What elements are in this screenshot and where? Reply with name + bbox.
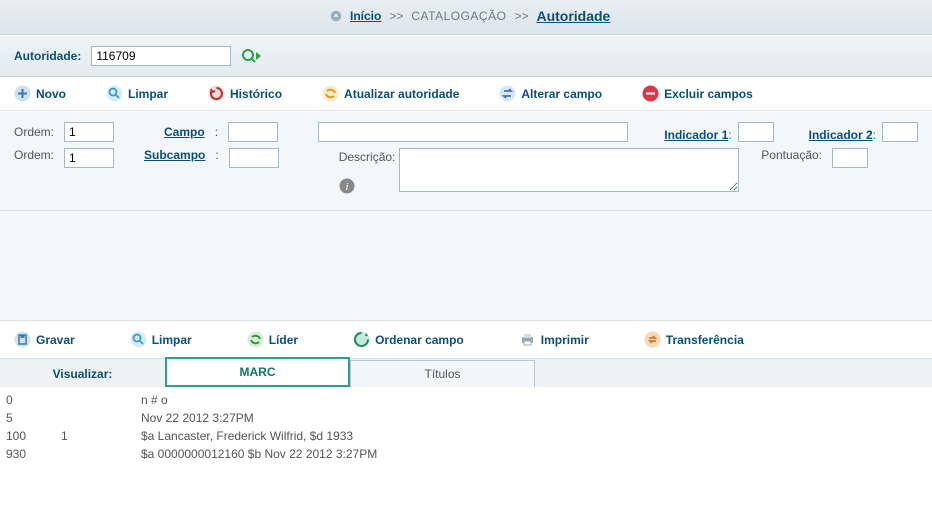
- marc-ind: [55, 445, 135, 463]
- toolbar-bottom: Gravar Limpar Líder Ordenar campo Imprim…: [0, 321, 932, 359]
- ordem2-label: Ordem:: [14, 148, 54, 162]
- marc-tag: 100: [0, 427, 55, 445]
- new-icon: [14, 85, 31, 102]
- marc-value: $a Lancaster, Frederick Wilfrid, $d 1933: [135, 427, 932, 445]
- alterar-label: Alterar campo: [521, 87, 602, 101]
- subcampo-colon: :: [215, 148, 218, 162]
- ordenar-label: Ordenar campo: [375, 333, 464, 347]
- novo-label: Novo: [36, 87, 66, 101]
- ordem2-input[interactable]: [64, 148, 114, 168]
- indicador2-link[interactable]: Indicador 2: [809, 128, 873, 142]
- limpar-label: Limpar: [128, 87, 168, 101]
- gravar-label: Gravar: [36, 333, 75, 347]
- marc-table: 0n # o5Nov 22 2012 3:27PM1001$a Lancaste…: [0, 391, 932, 463]
- historico-button[interactable]: Histórico: [208, 85, 282, 102]
- transferencia-label: Transferência: [666, 333, 744, 347]
- refresh-icon: [322, 85, 339, 102]
- subcampo-link[interactable]: Subcampo: [144, 148, 205, 162]
- marc-tag: 930: [0, 445, 55, 463]
- field-form: Ordem: Campo: Indicador 1: Indicador 2: …: [0, 111, 932, 211]
- indicador2-input[interactable]: [882, 122, 918, 142]
- tab-marc[interactable]: MARC: [165, 357, 350, 387]
- descricao-textarea[interactable]: [399, 148, 739, 192]
- atualizar-label: Atualizar autoridade: [344, 87, 459, 101]
- limpar2-label: Limpar: [152, 333, 192, 347]
- alterar-button[interactable]: Alterar campo: [499, 85, 602, 102]
- visualizar-label: Visualizar:: [0, 367, 165, 387]
- limpar-button[interactable]: Limpar: [106, 85, 168, 102]
- indicador1-link[interactable]: Indicador 1: [664, 128, 728, 142]
- tab-titulos[interactable]: Títulos: [350, 360, 535, 387]
- novo-button[interactable]: Novo: [14, 85, 66, 102]
- swap-icon: [499, 85, 516, 102]
- table-row: 1001$a Lancaster, Frederick Wilfrid, $d …: [0, 427, 932, 445]
- campo-colon: :: [215, 125, 218, 139]
- pontuacao-input[interactable]: [832, 148, 868, 168]
- authority-input[interactable]: [91, 46, 231, 66]
- marc-value: $a 0000000012160 $b Nov 22 2012 3:27PM: [135, 445, 932, 463]
- history-icon: [208, 85, 225, 102]
- campo-link[interactable]: Campo: [164, 125, 205, 139]
- info-icon[interactable]: i: [339, 178, 355, 194]
- view-tabs-row: Visualizar: MARC Títulos: [0, 359, 932, 387]
- authority-label: Autoridade:: [14, 49, 81, 63]
- breadcrumb-sep: >>: [514, 9, 528, 23]
- subcampo-input[interactable]: [229, 148, 279, 168]
- historico-label: Histórico: [230, 87, 282, 101]
- breadcrumb-current[interactable]: Autoridade: [536, 8, 610, 24]
- marc-ind: [55, 409, 135, 427]
- clear-icon: [106, 85, 123, 102]
- ordem1-input[interactable]: [64, 122, 114, 142]
- lider-label: Líder: [269, 333, 298, 347]
- table-row: 0 n # o: [0, 391, 932, 409]
- marc-ind: 1: [55, 427, 135, 445]
- home-icon: [330, 10, 342, 22]
- imprimir-button[interactable]: Imprimir: [519, 331, 589, 348]
- marc-value: n # o: [135, 391, 932, 409]
- breadcrumb: Início >> CATALOGAÇÃO >> Autoridade: [0, 0, 932, 35]
- excluir-label: Excluir campos: [664, 87, 753, 101]
- print-icon: [519, 331, 536, 348]
- campo-input[interactable]: [228, 122, 278, 142]
- ordenar-button[interactable]: Ordenar campo: [353, 331, 464, 348]
- table-row: 5 Nov 22 2012 3:27PM: [0, 409, 932, 427]
- table-row: 930 $a 0000000012160 $b Nov 22 2012 3:27P…: [0, 445, 932, 463]
- authority-search-row: Autoridade:: [0, 35, 932, 77]
- campo-desc-input[interactable]: [318, 122, 628, 142]
- save-icon: [14, 331, 31, 348]
- svg-text:i: i: [345, 181, 348, 193]
- leader-icon: [247, 331, 264, 348]
- indicador1-input[interactable]: [738, 122, 774, 142]
- breadcrumb-catalog: CATALOGAÇÃO: [411, 9, 506, 23]
- transferencia-button[interactable]: Transferência: [644, 331, 744, 348]
- marc-ind: [55, 391, 135, 409]
- ordem-label: Ordem:: [14, 125, 54, 139]
- clear-icon: [130, 331, 147, 348]
- sort-icon: [353, 331, 370, 348]
- excluir-button[interactable]: Excluir campos: [642, 85, 753, 102]
- descricao-label: Descrição:: [339, 150, 396, 164]
- gravar-button[interactable]: Gravar: [14, 331, 75, 348]
- marc-value: Nov 22 2012 3:27PM: [135, 409, 932, 427]
- marc-tag: 0: [0, 391, 55, 409]
- results-blank-area: [0, 211, 932, 321]
- breadcrumb-sep: >>: [389, 9, 403, 23]
- atualizar-button[interactable]: Atualizar autoridade: [322, 85, 459, 102]
- imprimir-label: Imprimir: [541, 333, 589, 347]
- search-go-icon[interactable]: [241, 47, 263, 65]
- pontuacao-label: Pontuação:: [761, 148, 822, 162]
- marc-tag: 5: [0, 409, 55, 427]
- limpar2-button[interactable]: Limpar: [130, 331, 192, 348]
- breadcrumb-home[interactable]: Início: [350, 9, 381, 23]
- lider-button[interactable]: Líder: [247, 331, 298, 348]
- transfer-icon: [644, 331, 661, 348]
- toolbar-main: Novo Limpar Histórico Atualizar autorida…: [0, 77, 932, 111]
- delete-icon: [642, 85, 659, 102]
